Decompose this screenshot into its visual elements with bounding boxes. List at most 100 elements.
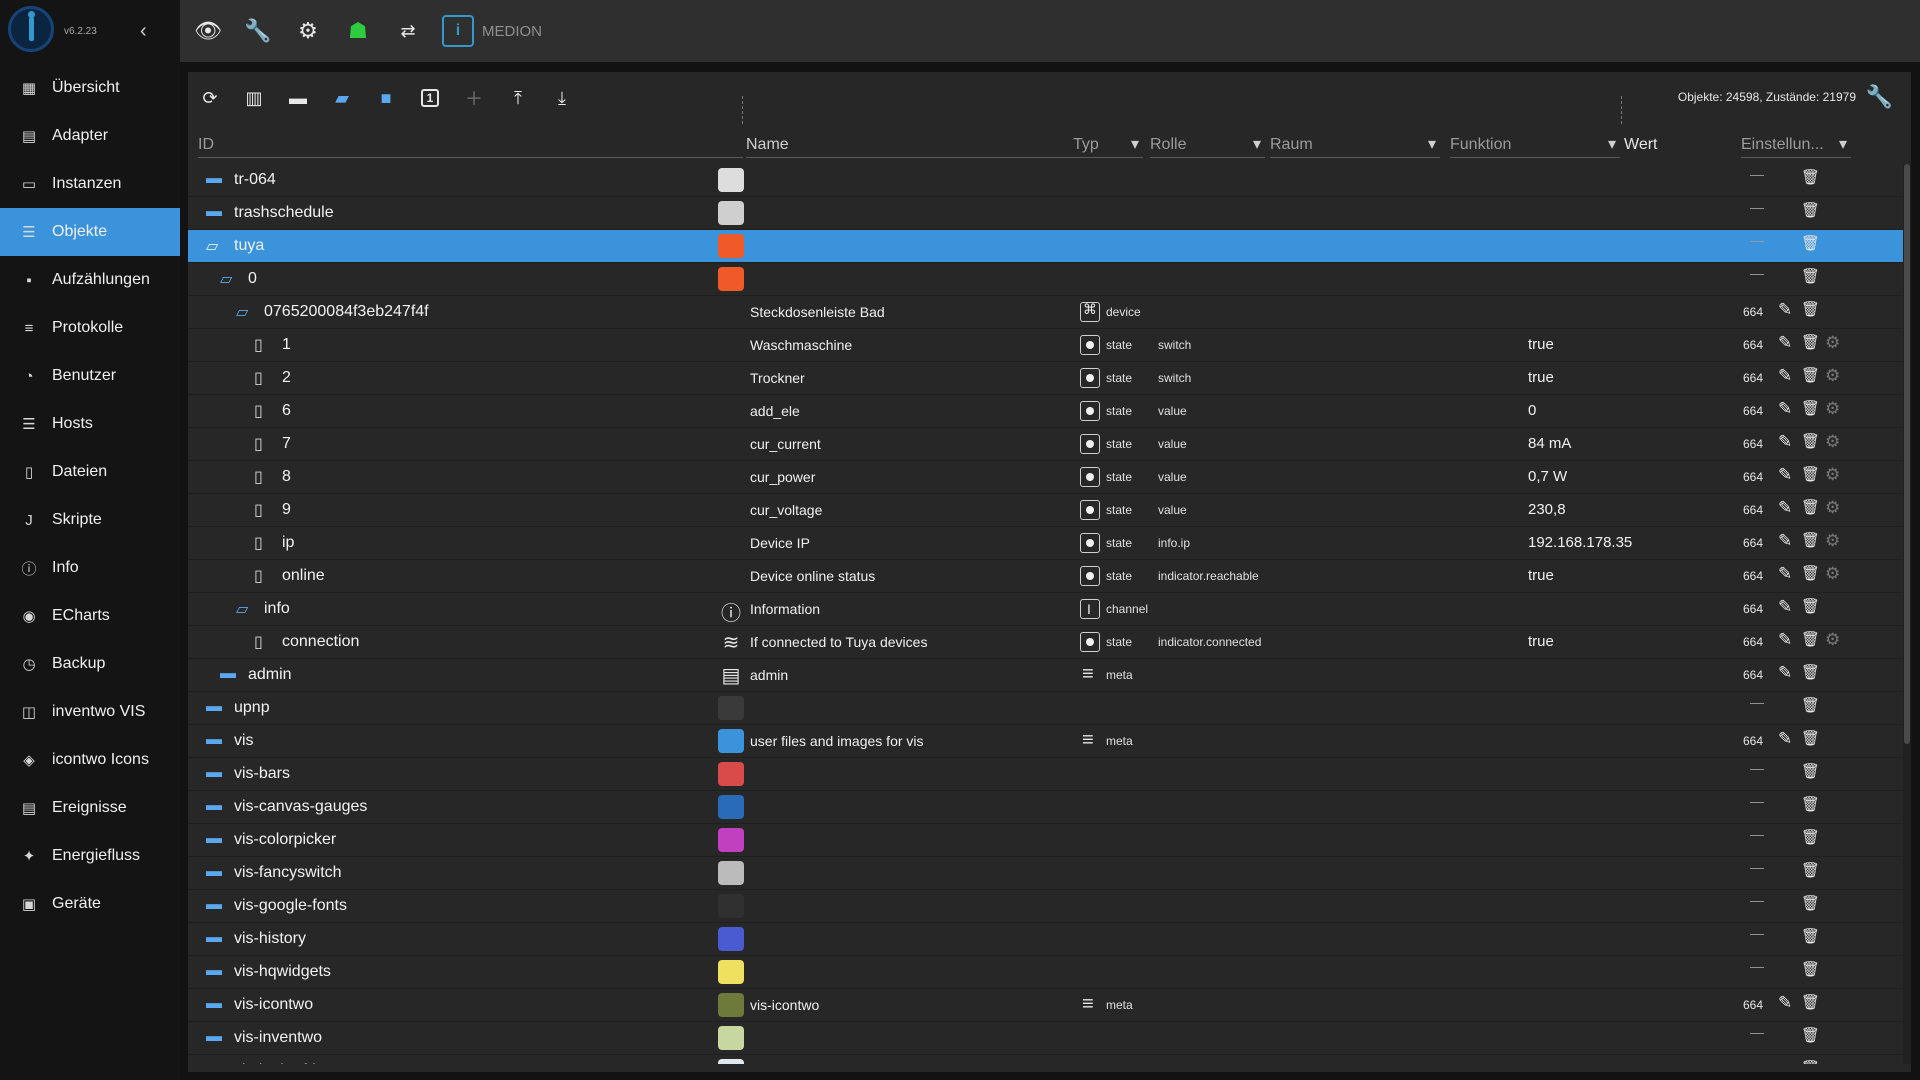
acl-value[interactable]: 664	[1743, 437, 1763, 451]
nav-item-enums[interactable]: ▪ Aufzählungen	[0, 256, 180, 304]
edit-icon[interactable]: ✎	[1778, 399, 1792, 419]
edit-icon[interactable]: ✎	[1778, 465, 1792, 485]
folder-icon[interactable]: ▬	[206, 995, 222, 1013]
edit-icon[interactable]: ✎	[1778, 300, 1792, 320]
gear-icon[interactable]: ⚙	[1825, 432, 1840, 452]
header-einstellungen[interactable]: Einstellun...	[1741, 132, 1851, 158]
header-name[interactable]: Name	[746, 132, 1076, 158]
object-value[interactable]: 0,7 W	[1528, 468, 1567, 485]
column-resize-handle[interactable]	[1621, 96, 1623, 124]
delete-icon[interactable]: 🗑	[1801, 1026, 1820, 1044]
header-funktion[interactable]: Funktion	[1450, 132, 1620, 158]
header-typ[interactable]: Typ	[1073, 132, 1143, 158]
object-name[interactable]: If connected to Tuya devices	[750, 634, 927, 650]
edit-icon[interactable]: ✎	[1778, 729, 1792, 749]
tree-row[interactable]: ▱ tuya — 🗑	[188, 230, 1903, 263]
nav-item-backup[interactable]: ◷ Backup	[0, 640, 180, 688]
gear-icon[interactable]: ⚙	[1825, 465, 1840, 485]
expert-mode-icon[interactable]: ☗	[336, 9, 380, 53]
delete-icon[interactable]: 🗑	[1801, 366, 1820, 384]
folder-open-icon[interactable]: ▰	[320, 78, 364, 118]
nav-item-energy[interactable]: ✦ Energiefluss	[0, 832, 180, 880]
edit-icon[interactable]: ✎	[1778, 432, 1792, 452]
folder-icon[interactable]: ▬	[206, 962, 222, 980]
tree-row[interactable]: ▬ vis-bars — 🗑	[188, 758, 1903, 791]
object-value[interactable]: true	[1528, 567, 1554, 584]
tree-row[interactable]: ▬ vis-icontwo vis-icontwo meta 664 ✎ 🗑	[188, 989, 1903, 1022]
tree-row[interactable]: ▯ 7 cur_current state value 84 mA 664 ✎ 🗑 ⚙	[188, 428, 1903, 461]
file-icon[interactable]: ▯	[254, 368, 263, 388]
delete-icon[interactable]: 🗑	[1801, 762, 1820, 780]
tree-row[interactable]: ▱ info ⓘ Information channel 664 ✎ 🗑	[188, 593, 1903, 626]
sync-icon[interactable]: ⇄	[386, 9, 430, 53]
edit-icon[interactable]: ✎	[1778, 630, 1792, 650]
tree-row[interactable]: ▬ vis-jqui-mfd — 🗑	[188, 1055, 1903, 1064]
folder-open-icon[interactable]: ▱	[220, 269, 232, 289]
download-icon[interactable]: ⤓	[540, 78, 584, 118]
object-name[interactable]: cur_power	[750, 469, 815, 485]
tree-row[interactable]: ▬ admin ▤ admin meta 664 ✎ 🗑	[188, 659, 1903, 692]
nav-item-info[interactable]: ⓘ Info	[0, 544, 180, 592]
edit-icon[interactable]: ✎	[1778, 597, 1792, 617]
file-icon[interactable]: ▯	[254, 566, 263, 586]
nav-item-devices[interactable]: ▣ Geräte	[0, 880, 180, 928]
delete-icon[interactable]: 🗑	[1801, 795, 1820, 813]
wrench-icon[interactable]: 🔧	[236, 9, 280, 53]
folder-icon[interactable]: ▬	[206, 1028, 222, 1046]
object-name[interactable]: Steckdosenleiste Bad	[750, 304, 885, 320]
scrollbar[interactable]	[1903, 164, 1911, 1064]
delete-icon[interactable]: 🗑	[1801, 267, 1820, 285]
chevron-left-icon[interactable]: ‹	[140, 20, 147, 43]
tree-row[interactable]: ▯ connection ≋ If connected to Tuya devices…	[188, 626, 1903, 659]
tree-row[interactable]: ▯ 9 cur_voltage state value 230,8 664 ✎ 🗑 ⚙	[188, 494, 1903, 527]
tree-row[interactable]: ▯ online Device online status state indicato…	[188, 560, 1903, 593]
tree-row[interactable]: ▯ ip Device IP state info.ip 192.168.178.35 66…	[188, 527, 1903, 560]
tree-row[interactable]: ▬ vis-history — 🗑	[188, 923, 1903, 956]
file-icon[interactable]: ▯	[254, 434, 263, 454]
object-value[interactable]: true	[1528, 369, 1554, 386]
tree-row[interactable]: ▬ vis-colorpicker — 🗑	[188, 824, 1903, 857]
add-icon[interactable]: ＋	[452, 78, 496, 118]
object-value[interactable]: true	[1528, 633, 1554, 650]
header-rolle[interactable]: Rolle	[1150, 132, 1265, 158]
file-icon[interactable]: ▯	[254, 533, 263, 553]
folder-expand-icon[interactable]: ■	[364, 78, 408, 118]
delete-icon[interactable]: 🗑	[1801, 564, 1820, 582]
delete-icon[interactable]: 🗑	[1801, 300, 1820, 318]
scrollbar-thumb[interactable]	[1904, 164, 1910, 744]
delete-icon[interactable]: 🗑	[1801, 399, 1820, 417]
delete-icon[interactable]: 🗑	[1801, 630, 1820, 648]
edit-icon[interactable]: ✎	[1778, 366, 1792, 386]
delete-icon[interactable]: 🗑	[1801, 1059, 1820, 1064]
object-value[interactable]: 192.168.178.35	[1528, 534, 1632, 551]
nav-item-icontwo[interactable]: ◈ icontwo Icons	[0, 736, 180, 784]
object-name[interactable]: vis-icontwo	[750, 997, 819, 1013]
edit-icon[interactable]: ✎	[1778, 333, 1792, 353]
columns-icon[interactable]: ▥	[232, 78, 276, 118]
folder-icon[interactable]: ▬	[220, 665, 236, 683]
tree-row[interactable]: ▬ vis-fancyswitch — 🗑	[188, 857, 1903, 890]
object-name[interactable]: cur_current	[750, 436, 821, 452]
delete-icon[interactable]: 🗑	[1801, 498, 1820, 516]
gear-icon[interactable]: ⚙	[1825, 366, 1840, 386]
file-icon[interactable]: ▯	[254, 632, 263, 652]
object-name[interactable]: cur_voltage	[750, 502, 822, 518]
object-name[interactable]: Information	[750, 601, 820, 617]
nav-item-instances[interactable]: ▭ Instanzen	[0, 160, 180, 208]
nav-item-hosts[interactable]: ☰ Hosts	[0, 400, 180, 448]
refresh-icon[interactable]: ⟳	[188, 78, 232, 118]
object-name[interactable]: Device online status	[750, 568, 875, 584]
delete-icon[interactable]: 🗑	[1801, 828, 1820, 846]
delete-icon[interactable]: 🗑	[1801, 729, 1820, 747]
gear-icon[interactable]: ⚙	[1825, 531, 1840, 551]
acl-value[interactable]: 664	[1743, 503, 1763, 517]
delete-icon[interactable]: 🗑	[1801, 861, 1820, 879]
nav-item-scripts[interactable]: J Skripte	[0, 496, 180, 544]
column-resize-handle[interactable]	[742, 96, 744, 124]
acl-value[interactable]: 664	[1743, 404, 1763, 418]
tree-row[interactable]: ▬ vis-google-fonts — 🗑	[188, 890, 1903, 923]
delete-icon[interactable]: 🗑	[1801, 894, 1820, 912]
object-name[interactable]: Device IP	[750, 535, 810, 551]
tree-row[interactable]: ▬ vis-canvas-gauges — 🗑	[188, 791, 1903, 824]
tree-row[interactable]: ▬ tr-064 — 🗑	[188, 164, 1903, 197]
